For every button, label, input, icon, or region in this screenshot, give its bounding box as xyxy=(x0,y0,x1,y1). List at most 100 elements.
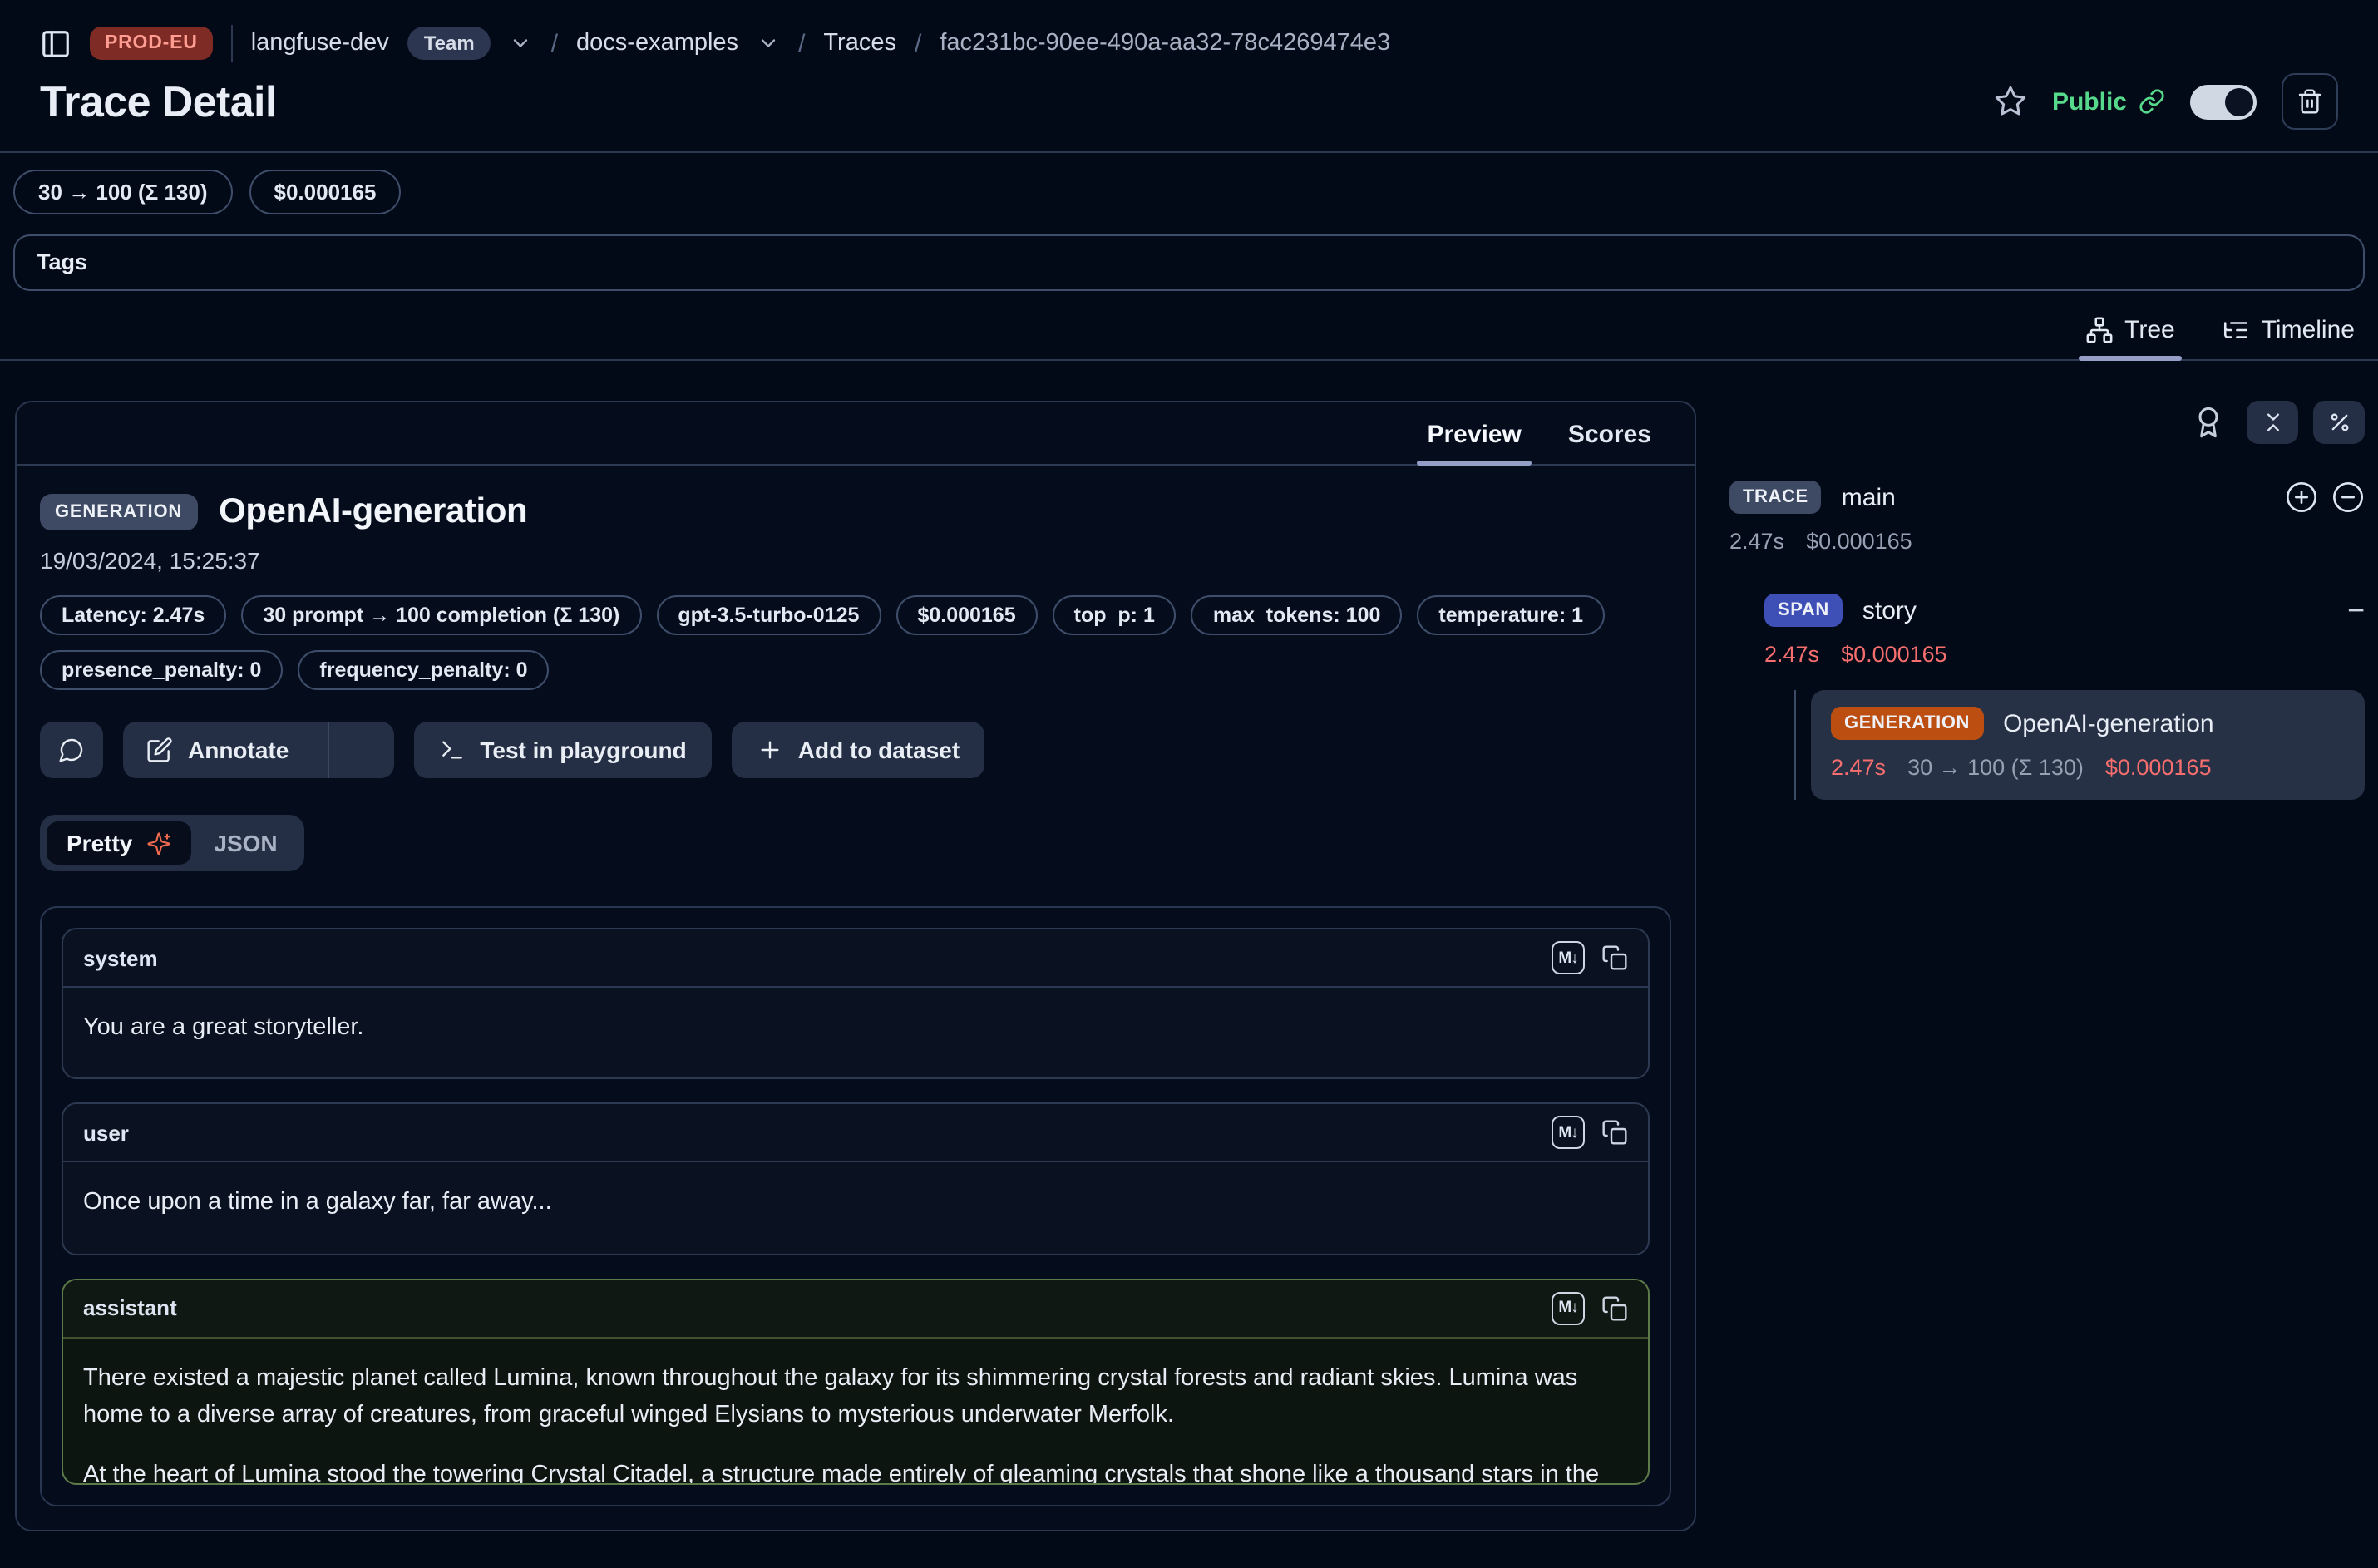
sparkles-icon xyxy=(146,831,170,855)
public-share-link[interactable]: Public xyxy=(2052,87,2165,116)
observation-type-badge: GENERATION xyxy=(40,494,197,530)
tab-tree[interactable]: Tree xyxy=(2084,316,2175,359)
terminal-icon xyxy=(438,737,465,763)
trace-tree: TRACE main xyxy=(1729,481,2365,800)
test-in-playground-button[interactable]: Test in playground xyxy=(413,722,711,778)
message-header: user M↓ xyxy=(63,1105,1648,1163)
cost-badge: $0.000165 xyxy=(895,595,1037,635)
divider xyxy=(231,25,233,62)
annotate-dropdown-button[interactable] xyxy=(343,722,393,778)
delete-trace-button[interactable] xyxy=(2282,73,2338,130)
span-metrics: 2.47s $0.000165 xyxy=(1764,642,2365,667)
bookmark-star-button[interactable] xyxy=(1994,85,2027,118)
markdown-toggle-button[interactable]: M↓ xyxy=(1552,941,1585,974)
tags-section[interactable]: Tags xyxy=(13,234,2365,291)
plus-icon xyxy=(757,737,783,763)
comment-icon xyxy=(58,737,85,763)
top-p-badge: top_p: 1 xyxy=(1053,595,1177,635)
comment-button[interactable] xyxy=(40,722,103,778)
tree-row-trace[interactable]: TRACE main xyxy=(1729,481,2365,514)
tree-row-generation-selected[interactable]: GENERATION OpenAI-generation 2.47s 30 → … xyxy=(1811,690,2365,800)
generation-row: GENERATION OpenAI-generation xyxy=(1831,707,2345,740)
minus-circle-icon xyxy=(2331,481,2365,514)
page-title: Trace Detail xyxy=(40,76,277,127)
public-label: Public xyxy=(2052,87,2127,116)
trace-stats: 30 → 100 (Σ 130) $0.000165 xyxy=(0,153,2378,224)
chevrons-collapse-icon xyxy=(2261,411,2284,434)
message-role-label: user xyxy=(83,1121,129,1146)
model-badge: gpt-3.5-turbo-0125 xyxy=(656,595,881,635)
markdown-toggle-button[interactable]: M↓ xyxy=(1552,1117,1585,1150)
tab-scores[interactable]: Scores xyxy=(1568,421,1651,464)
org-plan-badge: Team xyxy=(407,27,491,60)
show-percentages-button[interactable] xyxy=(2313,401,2365,444)
token-breakdown-badge: 30 prompt → 100 completion (Σ 130) xyxy=(241,595,641,635)
message-tools: M↓ xyxy=(1552,1117,1628,1150)
tree-zoom-controls xyxy=(2285,481,2365,514)
message-tools: M↓ xyxy=(1552,1292,1628,1325)
breadcrumb-traces[interactable]: Traces xyxy=(823,30,896,57)
org-switcher-button[interactable] xyxy=(510,32,533,55)
zoom-out-button[interactable] xyxy=(2331,481,2365,514)
message-role-label: assistant xyxy=(83,1296,177,1321)
award-icon xyxy=(2192,406,2225,439)
trace-latency: 2.47s xyxy=(1729,529,1784,554)
annotate-label: Annotate xyxy=(188,737,289,763)
span-type-badge: SPAN xyxy=(1764,594,1843,627)
generation-metrics: 2.47s 30 → 100 (Σ 130) $0.000165 xyxy=(1831,755,2345,780)
annotation-queue-button[interactable] xyxy=(2192,406,2225,439)
percent-icon xyxy=(2327,411,2351,434)
breadcrumb-separator: / xyxy=(551,29,558,57)
project-switcher-button[interactable] xyxy=(757,32,780,55)
collapse-all-button[interactable] xyxy=(2247,401,2298,444)
public-toggle[interactable] xyxy=(2190,84,2257,119)
breadcrumb-separator: / xyxy=(798,29,805,57)
title-actions: Public xyxy=(1994,73,2338,130)
observation-name: OpenAI-generation xyxy=(219,492,527,532)
breadcrumb-separator: / xyxy=(915,29,921,57)
toggle-knob xyxy=(2225,87,2253,116)
format-pretty-option[interactable]: Pretty xyxy=(47,821,190,865)
presence-penalty-badge: presence_penalty: 0 xyxy=(40,650,283,690)
breadcrumb-org[interactable]: langfuse-dev xyxy=(251,30,389,57)
tab-preview[interactable]: Preview xyxy=(1427,421,1521,464)
latency-badge: Latency: 2.47s xyxy=(40,595,226,635)
sidebar-toggle-button[interactable] xyxy=(40,27,72,59)
assistant-paragraph: At the heart of Lumina stood the towerin… xyxy=(83,1457,1628,1485)
tab-timeline-label: Timeline xyxy=(2262,316,2355,344)
add-to-dataset-button[interactable]: Add to dataset xyxy=(732,722,984,778)
copy-button[interactable] xyxy=(1601,1295,1628,1322)
copy-button[interactable] xyxy=(1601,944,1628,971)
tab-timeline[interactable]: Timeline xyxy=(2222,316,2355,359)
markdown-toggle-button[interactable]: M↓ xyxy=(1552,1292,1585,1325)
chevron-down-icon xyxy=(757,32,780,55)
observation-header: GENERATION OpenAI-generation xyxy=(40,492,1671,532)
tab-tree-label: Tree xyxy=(2124,316,2175,344)
tree-controls xyxy=(1729,401,2365,444)
star-icon xyxy=(1994,85,2027,118)
message-header: assistant M↓ xyxy=(63,1280,1648,1339)
observation-timestamp: 19/03/2024, 15:25:37 xyxy=(40,547,1671,574)
generation-type-badge: GENERATION xyxy=(1831,707,1983,740)
message-assistant: assistant M↓ There ex xyxy=(62,1279,1650,1485)
collapse-node-button[interactable]: − xyxy=(2347,595,2365,625)
message-system: system M↓ You are a great storytelle xyxy=(62,928,1650,1080)
panel-tabs: Preview Scores xyxy=(17,402,1695,466)
breadcrumb-project[interactable]: docs-examples xyxy=(576,30,738,57)
tree-row-span[interactable]: SPAN story − xyxy=(1764,594,2365,627)
message-role-label: system xyxy=(83,945,158,970)
panel-body: GENERATION OpenAI-generation 19/03/2024,… xyxy=(17,466,1695,1530)
timeline-list-icon xyxy=(2222,316,2250,344)
playground-label: Test in playground xyxy=(480,737,686,763)
annotate-button[interactable]: Annotate xyxy=(123,722,312,778)
generation-name: OpenAI-generation xyxy=(2003,709,2214,737)
format-json-option[interactable]: JSON xyxy=(194,821,297,865)
title-row: Trace Detail Public xyxy=(0,67,2378,151)
zoom-in-button[interactable] xyxy=(2285,481,2318,514)
trace-tree-sidebar: TRACE main xyxy=(1729,401,2365,1556)
content-area: Preview Scores GENERATION OpenAI-generat… xyxy=(0,361,2378,1556)
message-content: There existed a majestic planet called L… xyxy=(63,1339,1648,1485)
plus-circle-icon xyxy=(2285,481,2318,514)
message-user: user M↓ Once upon a time in a galaxy xyxy=(62,1103,1650,1255)
copy-button[interactable] xyxy=(1601,1120,1628,1146)
